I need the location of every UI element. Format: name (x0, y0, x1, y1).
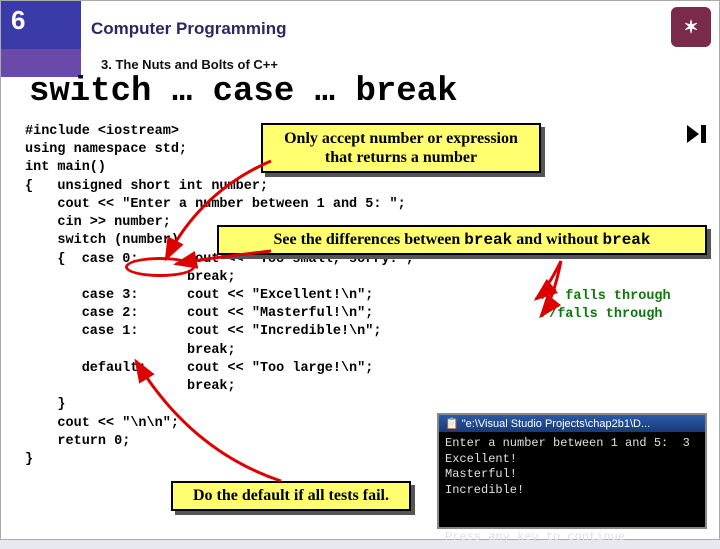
comment-falls-through-2: //falls through (541, 307, 663, 322)
console-window: 📋 "e:\Visual Studio Projects\chap2b1\D..… (437, 413, 707, 529)
callout1-line2: that returns a number (325, 149, 477, 166)
co2-pre: See the differences between (273, 231, 464, 248)
section-label: 3. The Nuts and Bolts of C++ (101, 57, 278, 72)
co2-mid: and without (512, 231, 602, 248)
slide-number-box: 6 (1, 1, 81, 49)
callout-break-difference: See the differences between break and wi… (217, 225, 707, 255)
callout-number-type: Only accept number or expression that re… (261, 123, 541, 173)
console-title-text: "e:\Visual Studio Projects\chap2b1\D... (462, 418, 650, 430)
callout1-line1: Only accept number or expression (284, 130, 518, 147)
comment-falls-through-1: // falls through (541, 289, 671, 304)
logo-glyph: ✶ (683, 17, 698, 38)
course-title: Computer Programming (91, 19, 287, 39)
institution-logo: ✶ (671, 7, 711, 47)
co2-m2: break (603, 231, 651, 249)
slide-number: 6 (11, 5, 25, 35)
console-titlebar: 📋 "e:\Visual Studio Projects\chap2b1\D..… (439, 415, 705, 432)
co3-text: Do the default if all tests fail. (193, 487, 389, 504)
console-output: Enter a number between 1 and 5: 3 Excell… (439, 432, 705, 549)
slide-title: switch … case … break (29, 73, 457, 111)
callout-default: Do the default if all tests fail. (171, 481, 411, 511)
co2-m1: break (464, 231, 512, 249)
red-oval-annotation (125, 257, 195, 277)
slide: 6 ✶ Computer Programming 3. The Nuts and… (0, 0, 720, 540)
